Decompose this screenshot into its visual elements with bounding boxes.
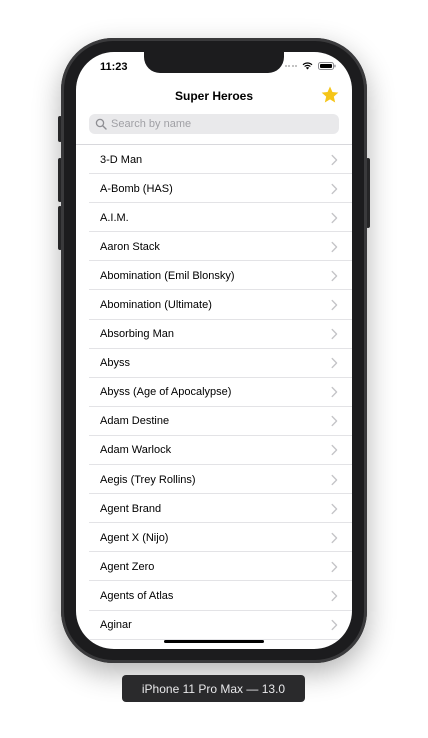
hero-name: Agent Brand: [100, 502, 162, 515]
wifi-icon: [302, 62, 313, 70]
list-item[interactable]: A-Bomb (HAS): [76, 174, 352, 204]
chevron-right-icon: [331, 328, 338, 340]
hero-name: Abomination (Emil Blonsky): [100, 269, 235, 282]
list-item[interactable]: A.I.M.: [76, 203, 352, 233]
list-item[interactable]: Aginar: [76, 611, 352, 640]
hero-name: A.I.M.: [100, 211, 129, 224]
hero-name: Abomination (Ultimate): [100, 299, 212, 312]
chevron-right-icon: [331, 387, 338, 398]
battery-icon: [318, 62, 336, 70]
hero-name: Agent Zero: [100, 560, 155, 573]
cellular-signal-icon: [284, 65, 297, 67]
list-item[interactable]: Absorbing Man: [76, 320, 352, 349]
list-item[interactable]: Abomination (Ultimate): [76, 290, 352, 320]
list-item[interactable]: 3-D Man: [76, 145, 352, 175]
status-time: 11:23: [100, 61, 128, 73]
hero-name: Adam Destine: [100, 415, 170, 428]
chevron-right-icon: [331, 445, 338, 456]
chevron-right-icon: [331, 358, 338, 369]
list-item[interactable]: Abomination (Emil Blonsky): [76, 261, 352, 291]
hero-name: A-Bomb (HAS): [100, 182, 173, 195]
list-item[interactable]: Agent X (Nijo): [76, 523, 352, 553]
hero-name: Abyss (Age of Apocalypse): [100, 386, 232, 399]
chevron-right-icon: [331, 503, 338, 514]
hero-name: 3-D Man: [100, 153, 143, 166]
hero-name: Abyss: [100, 357, 130, 370]
hero-name: Aaron Stack: [100, 240, 160, 253]
search-bar[interactable]: [89, 114, 339, 134]
screen: 11:23 Super Heroes Search by name 3-D Ma…: [76, 52, 352, 649]
list-item[interactable]: Adam Destine: [76, 407, 352, 437]
chevron-right-icon: [331, 270, 338, 282]
chevron-right-icon: [331, 299, 338, 311]
list-item[interactable]: Adam Warlock: [76, 436, 352, 466]
chevron-right-icon: [331, 561, 338, 573]
status-icons: [284, 62, 337, 70]
chevron-right-icon: [331, 241, 338, 252]
list-item[interactable]: Abyss (Age of Apocalypse): [76, 378, 352, 407]
search-input[interactable]: [111, 118, 331, 130]
page-title: Super Heroes: [174, 89, 254, 103]
list-item[interactable]: Agent Brand: [76, 494, 352, 524]
home-indicator[interactable]: [164, 640, 264, 643]
chevron-right-icon: [331, 154, 338, 165]
chevron-right-icon: [331, 416, 338, 427]
hero-name: Adam Warlock: [100, 444, 172, 457]
hero-name: Absorbing Man: [100, 328, 174, 341]
chevron-right-icon: [331, 183, 338, 194]
list-item[interactable]: Agent Zero: [76, 552, 352, 582]
hero-name: Aginar: [100, 619, 132, 632]
chevron-right-icon: [331, 532, 338, 543]
hero-name: Aegis (Trey Rollins): [100, 473, 196, 486]
hero-name: Agent X (Nijo): [100, 531, 169, 544]
list-item[interactable]: Aaron Stack: [76, 232, 352, 262]
search-icon: [95, 118, 107, 130]
list-item[interactable]: Agents of Atlas: [76, 581, 352, 611]
chevron-right-icon: [331, 590, 338, 602]
hero-list: 3-D Man A-Bomb (HAS) A.I.M. Aaron Stack Abom…: [76, 145, 352, 649]
star-icon[interactable]: [320, 85, 340, 105]
hero-name: Agents of Atlas: [100, 589, 174, 602]
chevron-right-icon: [331, 474, 338, 485]
list-item[interactable]: Aegis (Trey Rollins): [76, 465, 352, 495]
chevron-right-icon: [331, 212, 338, 223]
favorites-button[interactable]: [320, 85, 340, 105]
notch: [144, 52, 284, 73]
simulator-device-label: iPhone 11 Pro Max — 13.0: [122, 675, 305, 702]
list-item[interactable]: Abyss: [76, 349, 352, 378]
chevron-right-icon: [331, 619, 338, 631]
